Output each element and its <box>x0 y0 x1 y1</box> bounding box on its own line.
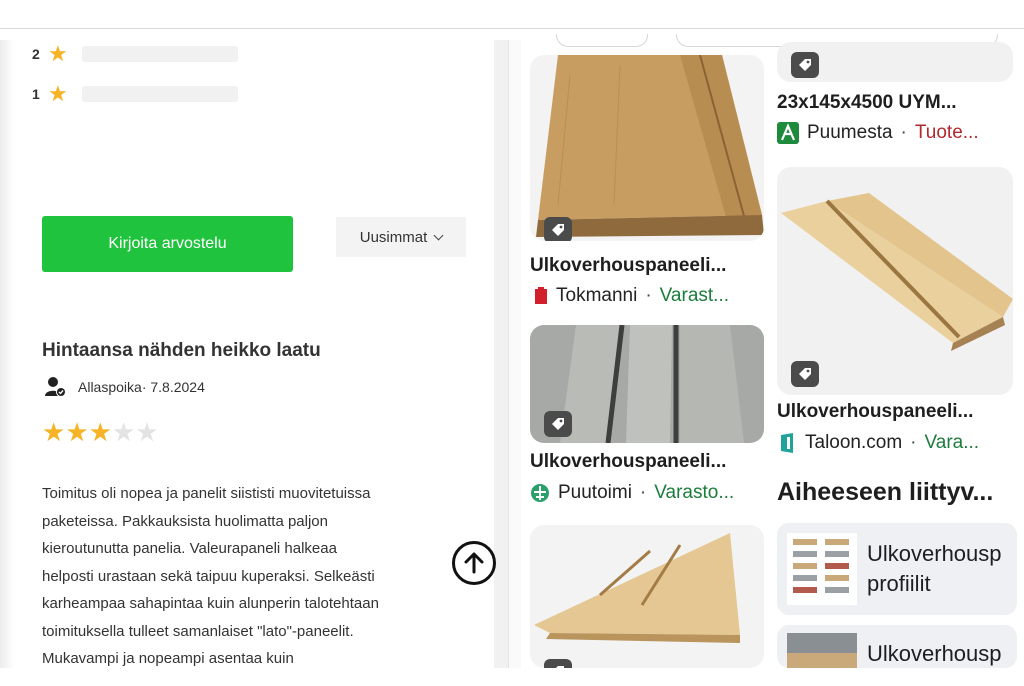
related-search-label: Ulkoverhousp <box>867 541 1002 566</box>
product-image[interactable] <box>530 525 764 668</box>
store-logo-icon <box>535 287 547 304</box>
review-author-date: Allaspoika· 7.8.2024 <box>78 379 205 395</box>
product-image[interactable] <box>777 167 1013 395</box>
wood-panel-image <box>536 55 764 237</box>
chevron-down-icon <box>433 230 444 240</box>
store-name: Puutoimi <box>558 482 632 503</box>
store-logo-icon <box>777 122 799 144</box>
sort-dropdown[interactable]: Uusimmat <box>336 217 466 257</box>
price-tag-icon <box>791 361 819 387</box>
rating-level: 2 <box>32 46 40 62</box>
user-verified-icon <box>45 377 66 397</box>
rating-level: 1 <box>32 86 40 102</box>
separator: · <box>910 432 917 453</box>
separator: · <box>639 482 647 503</box>
price-tag-icon <box>544 217 572 241</box>
review-meta: Allaspoika· 7.8.2024 <box>44 376 205 398</box>
review-line: paketeissa. Pakkauksista huolimatta palj… <box>42 512 328 530</box>
column-divider <box>508 40 521 668</box>
panel-gutter <box>494 40 508 668</box>
star-icon: ★ <box>42 417 66 447</box>
product-image[interactable] <box>530 55 764 241</box>
review-body: Toimitus oli nopea ja panelit siististi … <box>42 480 472 673</box>
product-source[interactable]: Tokmanni · Varast... <box>534 285 729 307</box>
rating-distribution-row[interactable]: 1 ★ <box>32 83 238 105</box>
rating-bar <box>81 86 238 102</box>
product-image[interactable] <box>777 42 1013 82</box>
rating-bar <box>81 46 238 62</box>
availability: Tuote... <box>914 122 979 143</box>
product-title[interactable]: 23x145x4500 UYM... <box>777 92 957 114</box>
store-name: Puumesta <box>807 122 893 143</box>
arrow-up-icon <box>464 552 484 574</box>
price-tag-icon <box>544 411 572 437</box>
separator: · <box>645 285 652 306</box>
star-empty-icon: ★ <box>135 417 159 447</box>
product-title[interactable]: Ulkoverhouspaneeli... <box>530 255 726 277</box>
review-line: karheampaa sahapintaa kuin alunperin tal… <box>42 595 379 612</box>
review-stars: ★★★★★ <box>42 419 159 445</box>
product-title[interactable]: Ulkoverhouspaneeli... <box>777 401 973 423</box>
star-icon: ★ <box>48 41 68 66</box>
store-name: Tokmanni <box>556 285 638 306</box>
product-source[interactable]: Taloon.com · Vara... <box>779 432 979 454</box>
product-source[interactable]: Puumesta · Tuote... <box>777 122 979 144</box>
availability: Vara... <box>924 432 980 453</box>
product-source[interactable]: Puutoimi · Varasto... <box>530 482 734 504</box>
rating-distribution-row[interactable]: 2 ★ <box>32 43 238 65</box>
star-empty-icon: ★ <box>111 417 136 447</box>
review-title: Hintaansa nähden heikko laatu <box>42 340 321 361</box>
price-tag-icon <box>544 659 572 668</box>
review-line: toimituksella tulleet samanlaiset "lato"… <box>42 622 354 640</box>
scroll-to-top-button[interactable] <box>452 541 496 585</box>
separator: · <box>900 122 907 143</box>
price-tag-icon <box>791 52 819 78</box>
product-image[interactable] <box>530 325 764 443</box>
star-icon: ★ <box>48 81 68 106</box>
star-icon: ★ <box>65 417 89 447</box>
review-line: helposti urastaan sekä taipuu kuperaksi.… <box>42 567 375 585</box>
product-title[interactable]: Ulkoverhouspaneeli... <box>530 451 726 473</box>
sort-dropdown-label: Uusimmat <box>359 228 428 246</box>
related-search-thumbnail <box>787 633 857 668</box>
filter-chip[interactable] <box>556 34 648 47</box>
review-line: Mukavampi ja nopeampi asentaa kuin <box>42 650 294 667</box>
related-search-card[interactable]: Ulkoverhousp profiilit <box>777 523 1017 615</box>
related-search-thumbnail <box>787 533 857 605</box>
store-name: Taloon.com <box>805 432 903 453</box>
related-searches-heading: Aiheeseen liittyv... <box>777 478 994 506</box>
review-line: kieroutunutta panelia. Valeurapaneli hal… <box>42 540 337 557</box>
related-search-label: profiilit <box>867 571 931 596</box>
related-search-label: Ulkoverhousp <box>867 641 1002 666</box>
wood-panel-image <box>534 533 740 643</box>
browser-top-bar <box>0 0 1024 29</box>
availability: Varast... <box>659 285 729 306</box>
store-logo-icon <box>781 433 793 453</box>
panel-edge <box>0 40 14 668</box>
review-line: Toimitus oli nopea ja panelit siististi … <box>42 485 371 502</box>
star-icon: ★ <box>88 417 112 447</box>
write-review-button[interactable]: Kirjoita arvostelu <box>42 216 293 272</box>
related-search-card[interactable]: Ulkoverhousp <box>777 625 1017 668</box>
availability: Varasto... <box>654 482 735 503</box>
store-logo-icon <box>531 484 549 502</box>
